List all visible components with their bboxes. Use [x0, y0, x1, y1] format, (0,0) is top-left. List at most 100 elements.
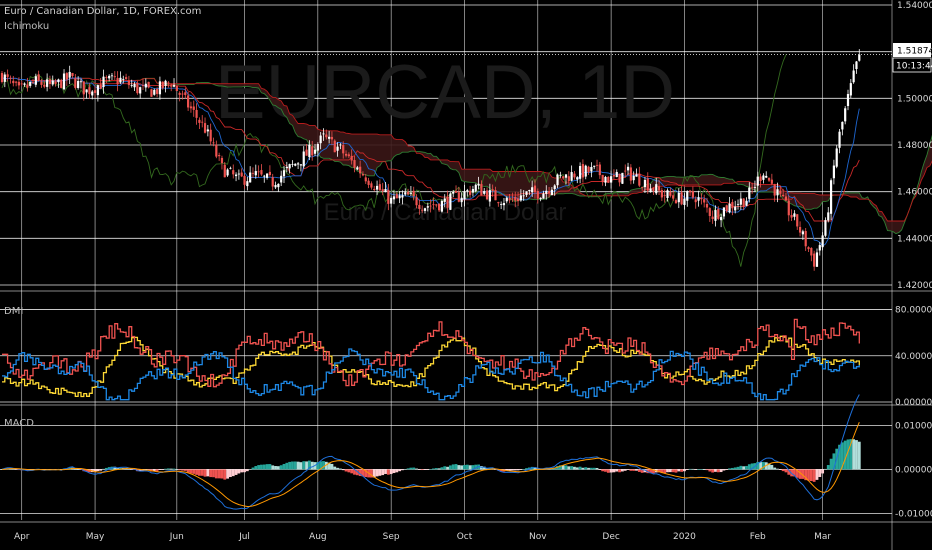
symbol-title[interactable]: Euro / Canadian Dollar, 1D, FOREX.com [4, 6, 201, 17]
candle-body [821, 235, 824, 248]
macd-histogram-bar [175, 469, 179, 470]
candle-body [748, 187, 751, 199]
candle-body [299, 164, 303, 166]
candle-body [480, 183, 483, 196]
countdown-label: 10:13:44 [896, 62, 932, 72]
candle-body [167, 82, 170, 84]
macd-tick-label: -0.01000 [895, 509, 932, 519]
candle-body [359, 166, 362, 174]
candle-body [54, 81, 57, 84]
candle-body [522, 195, 525, 197]
chart-area[interactable]: EURCAD, 1D Euro / Canadian Dollar 1.5400… [0, 0, 932, 550]
candle-body [432, 204, 435, 206]
candle-body [68, 71, 71, 78]
candle-body [181, 93, 184, 95]
macd-histogram-bar [702, 469, 706, 470]
candle-body [302, 151, 305, 167]
candle-body [308, 144, 311, 158]
price-tick-label: 1.46000 [897, 188, 932, 198]
candle-body [237, 173, 240, 175]
candle-body [43, 84, 46, 87]
candle-body [175, 85, 178, 91]
macd-histogram-bar [448, 465, 452, 470]
candle-body [268, 171, 271, 175]
candle-body [57, 79, 60, 83]
candle-body [218, 155, 221, 157]
candle-body [691, 191, 694, 198]
price-tick-label: 1.48000 [897, 141, 932, 151]
macd-histogram-bar [429, 469, 433, 470]
macd-histogram-bar [784, 469, 788, 473]
candle-body [745, 200, 748, 206]
macd-histogram-bar [161, 469, 165, 470]
candle-body [260, 170, 263, 175]
candle-body [579, 166, 582, 179]
macd-histogram-bar [392, 469, 396, 474]
candle-body [31, 81, 35, 83]
candle-body [60, 79, 63, 88]
candle-body [220, 157, 224, 164]
x-tick-label: Jun [169, 532, 184, 542]
macd-histogram-bar [200, 469, 204, 476]
candle-body [798, 226, 802, 233]
macd-histogram-bar [166, 468, 170, 470]
indicator-legend-dmi[interactable]: DMI [4, 306, 23, 317]
macd-histogram-bar [852, 439, 856, 470]
macd-histogram-bar [423, 469, 427, 470]
candle-body [215, 144, 218, 157]
candle-body [206, 129, 209, 132]
macd-histogram-bar [708, 469, 712, 472]
candle-body [156, 89, 159, 94]
macd-histogram-bar [567, 466, 571, 470]
macd-histogram-bar [446, 466, 449, 470]
candle-body [601, 174, 604, 183]
candle-body [694, 199, 697, 203]
candle-body [251, 172, 255, 174]
macd-histogram-bar [460, 465, 464, 470]
price-tick-label: 1.44000 [897, 234, 932, 244]
macd-histogram-bar [409, 467, 413, 470]
candle-body [344, 153, 348, 156]
macd-histogram-bar [612, 469, 616, 473]
candle-body [508, 198, 511, 201]
candle-body [454, 190, 458, 193]
macd-histogram-bar [14, 469, 18, 470]
candle-body [184, 92, 187, 95]
candle-body [649, 188, 652, 193]
macd-histogram-bar [102, 468, 105, 470]
macd-histogram-bar [770, 464, 774, 470]
candle-body [841, 121, 844, 130]
candle-body [187, 95, 190, 108]
candle-body [728, 203, 731, 213]
candle-body [364, 177, 367, 182]
candle-body [801, 231, 804, 235]
macd-histogram-bar [104, 467, 108, 470]
macd-histogram-bar [73, 469, 77, 470]
macd-histogram-bar [623, 469, 627, 471]
candle-body [680, 192, 683, 205]
candle-body [440, 201, 444, 212]
macd-histogram-bar [826, 465, 830, 470]
macd-histogram-bar [778, 469, 782, 470]
candle-body [130, 85, 133, 86]
candle-body [818, 245, 821, 251]
macd-histogram-bar [293, 461, 297, 470]
macd-histogram-bar [262, 464, 266, 470]
candle-body [562, 176, 565, 179]
candle-body [246, 181, 249, 187]
indicator-legend-macd[interactable]: MACD [4, 418, 34, 429]
candle-body [127, 80, 130, 86]
macd-histogram-bar [857, 441, 861, 470]
macd-histogram-bar [214, 469, 218, 479]
macd-histogram-bar [711, 469, 715, 473]
macd-histogram-bar [730, 467, 734, 470]
macd-histogram-bar [344, 469, 348, 472]
macd-histogram-bar [745, 465, 748, 470]
candle-body [229, 167, 232, 169]
indicator-legend-ichimoku[interactable]: Ichimoku [4, 21, 49, 32]
price-tick-label: 1.42000 [897, 281, 932, 291]
candle-body [77, 80, 80, 88]
macd-histogram-bar [403, 469, 407, 470]
candle-body [838, 131, 841, 148]
candle-body [415, 197, 418, 206]
